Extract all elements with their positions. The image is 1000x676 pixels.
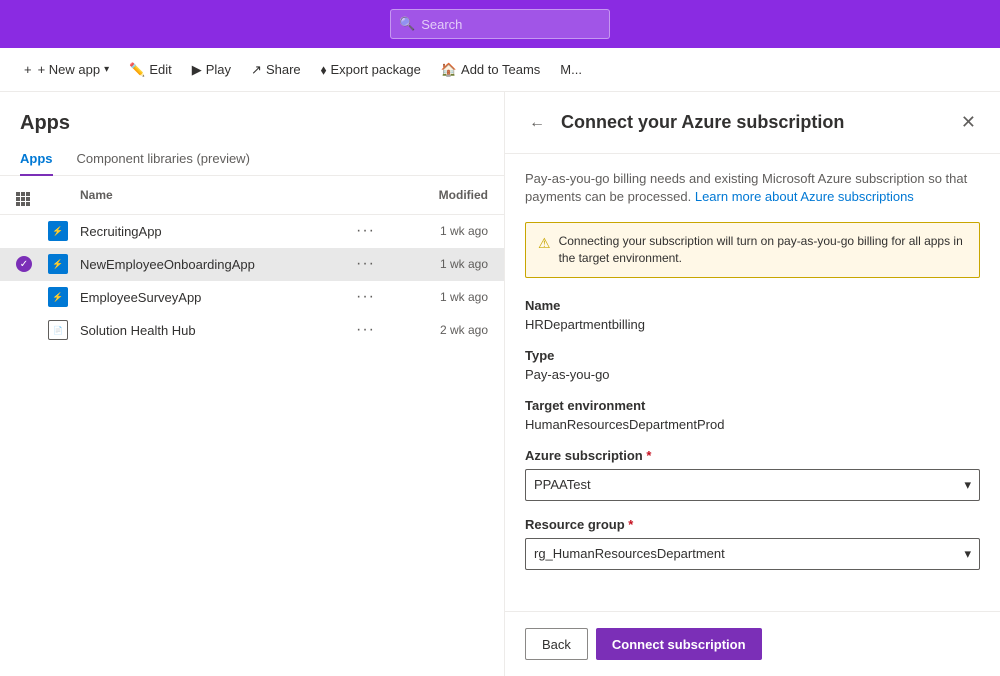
type-field-section: Type Pay-as-you-go bbox=[525, 348, 980, 382]
teams-icon: 🏠 bbox=[441, 62, 457, 78]
table-row[interactable]: ⚡ RecruitingApp ··· 1 wk ago bbox=[0, 215, 504, 248]
row-checkbox: ✓ bbox=[16, 256, 48, 272]
export-package-button[interactable]: ⬧ Export package bbox=[313, 57, 429, 83]
plus-icon: + bbox=[24, 62, 32, 77]
name-field-section: Name HRDepartmentbilling bbox=[525, 298, 980, 332]
play-icon: ▶ bbox=[192, 62, 202, 78]
modified-date: 1 wk ago bbox=[388, 290, 488, 304]
app-name: Solution Health Hub bbox=[80, 323, 356, 338]
play-button[interactable]: ▶ Play bbox=[184, 57, 239, 83]
resource-group-dropdown[interactable]: rg_HumanResourcesDepartment ▾ bbox=[525, 538, 980, 570]
add-to-teams-button[interactable]: 🏠 Add to Teams bbox=[433, 57, 548, 83]
back-nav-button[interactable]: ← bbox=[525, 110, 549, 136]
azure-subscription-label: Azure subscription bbox=[525, 448, 980, 463]
app-icon: ⚡ bbox=[48, 287, 68, 307]
app-name: RecruitingApp bbox=[80, 224, 356, 239]
left-panel: Apps Apps Component libraries (preview) … bbox=[0, 92, 505, 676]
type-value: Pay-as-you-go bbox=[525, 367, 980, 382]
azure-subscription-value: PPAATest bbox=[534, 477, 591, 492]
resource-group-field-group: Resource group rg_HumanResourcesDepartme… bbox=[525, 517, 980, 570]
document-icon: 📄 bbox=[48, 320, 68, 340]
share-button[interactable]: ↗ Share bbox=[243, 57, 309, 83]
name-value: HRDepartmentbilling bbox=[525, 317, 980, 332]
search-box[interactable]: 🔍 bbox=[390, 9, 610, 39]
chevron-down-icon: ▾ bbox=[964, 477, 971, 493]
panel-title: Connect your Azure subscription bbox=[561, 112, 945, 133]
resource-group-label: Resource group bbox=[525, 517, 980, 532]
name-label: Name bbox=[525, 298, 980, 313]
edit-button[interactable]: ✏️ Edit bbox=[121, 57, 180, 83]
panel-body: Pay-as-you-go billing needs and existing… bbox=[505, 154, 1000, 602]
panel-footer: Back Connect subscription bbox=[505, 611, 1000, 676]
learn-more-link[interactable]: Learn more about Azure subscriptions bbox=[695, 189, 914, 204]
right-panel: ← Connect your Azure subscription ✕ Pay-… bbox=[505, 92, 1000, 676]
search-icon: 🔍 bbox=[399, 16, 415, 32]
app-icon: ⚡ bbox=[48, 254, 68, 274]
col-name-header: Name bbox=[80, 188, 388, 202]
table-row[interactable]: 📄 Solution Health Hub ··· 2 wk ago bbox=[0, 314, 504, 347]
alert-banner: ⚠ Connecting your subscription will turn… bbox=[525, 222, 980, 278]
app-icon: ⚡ bbox=[48, 221, 68, 241]
edit-icon: ✏️ bbox=[129, 62, 145, 78]
share-icon: ↗ bbox=[251, 62, 262, 78]
toolbar: + + New app ▾ ✏️ Edit ▶ Play ↗ Share ⬧ E… bbox=[0, 48, 1000, 92]
main-content: Apps Apps Component libraries (preview) … bbox=[0, 92, 1000, 676]
app-name: EmployeeSurveyApp bbox=[80, 290, 356, 305]
row-actions[interactable]: ··· bbox=[356, 255, 388, 273]
search-input[interactable] bbox=[421, 17, 601, 32]
panel-header: ← Connect your Azure subscription ✕ bbox=[505, 92, 1000, 154]
modified-date: 2 wk ago bbox=[388, 323, 488, 337]
azure-subscription-dropdown[interactable]: PPAATest ▾ bbox=[525, 469, 980, 501]
check-icon: ✓ bbox=[16, 256, 32, 272]
dropdown-arrow-icon: ▾ bbox=[104, 64, 109, 75]
type-label: Type bbox=[525, 348, 980, 363]
target-env-label: Target environment bbox=[525, 398, 980, 413]
export-icon: ⬧ bbox=[321, 62, 327, 78]
top-bar: 🔍 bbox=[0, 0, 1000, 48]
table-row[interactable]: ✓ ⚡ NewEmployeeOnboardingApp ··· 1 wk ag… bbox=[0, 248, 504, 281]
col-modified-header: Modified bbox=[388, 188, 488, 202]
table-header: Name Modified bbox=[0, 176, 504, 215]
alert-text: Connecting your subscription will turn o… bbox=[559, 233, 967, 267]
panel-description: Pay-as-you-go billing needs and existing… bbox=[525, 170, 980, 206]
modified-date: 1 wk ago bbox=[388, 224, 488, 238]
target-env-field-section: Target environment HumanResourcesDepartm… bbox=[525, 398, 980, 432]
tab-apps[interactable]: Apps bbox=[20, 143, 53, 176]
back-button[interactable]: Back bbox=[525, 628, 588, 660]
tab-component-libraries[interactable]: Component libraries (preview) bbox=[77, 143, 250, 176]
resource-group-value: rg_HumanResourcesDepartment bbox=[534, 546, 725, 561]
close-button[interactable]: ✕ bbox=[957, 108, 980, 137]
row-actions[interactable]: ··· bbox=[356, 288, 388, 306]
chevron-down-icon: ▾ bbox=[964, 546, 971, 562]
app-name: NewEmployeeOnboardingApp bbox=[80, 257, 356, 272]
tabs: Apps Component libraries (preview) bbox=[0, 143, 504, 176]
table-row[interactable]: ⚡ EmployeeSurveyApp ··· 1 wk ago bbox=[0, 281, 504, 314]
connect-subscription-button[interactable]: Connect subscription bbox=[596, 628, 762, 660]
row-actions[interactable]: ··· bbox=[356, 321, 388, 339]
target-env-value: HumanResourcesDepartmentProd bbox=[525, 417, 980, 432]
column-menu-icon bbox=[16, 192, 30, 206]
azure-subscription-group: Azure subscription PPAATest ▾ bbox=[525, 448, 980, 501]
new-app-button[interactable]: + + New app ▾ bbox=[16, 57, 117, 82]
more-button[interactable]: M... bbox=[552, 57, 590, 82]
warning-icon: ⚠ bbox=[538, 234, 551, 254]
modified-date: 1 wk ago bbox=[388, 257, 488, 271]
row-actions[interactable]: ··· bbox=[356, 222, 388, 240]
page-title: Apps bbox=[0, 92, 504, 143]
